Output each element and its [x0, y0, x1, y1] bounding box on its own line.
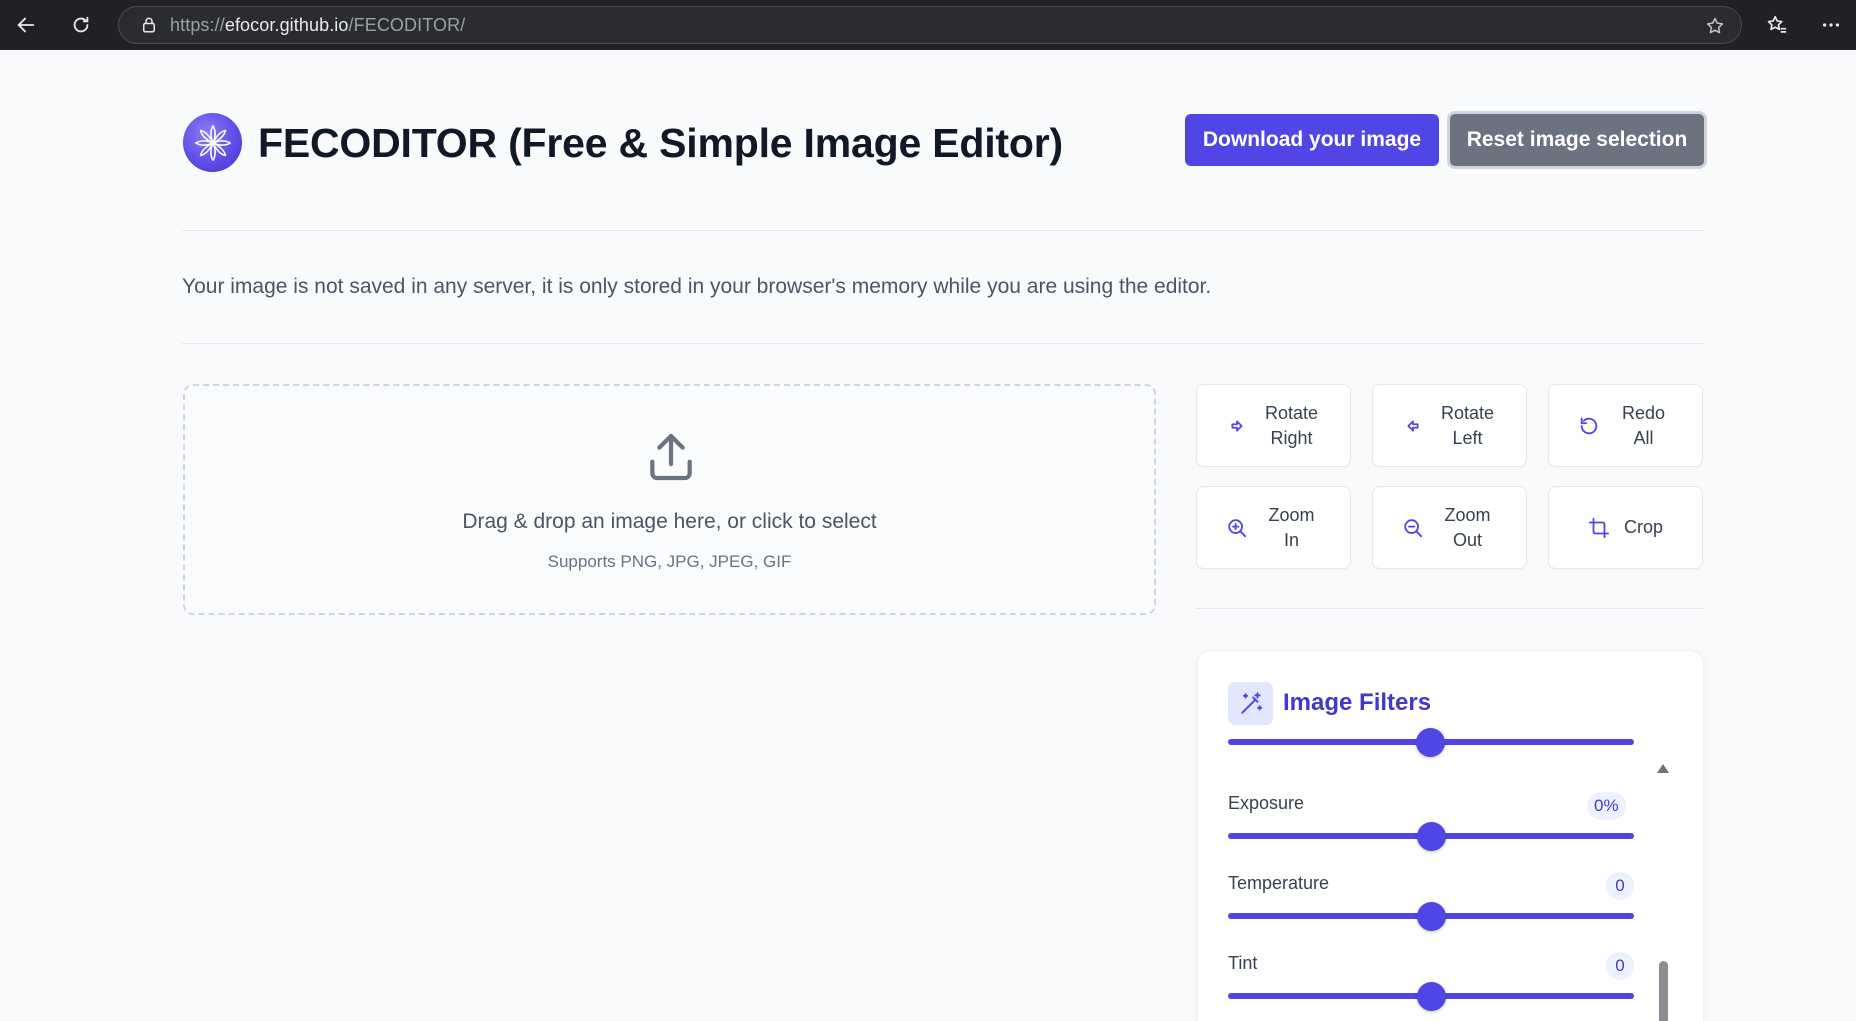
upload-icon: [650, 433, 692, 481]
dropzone-instruction: Drag & drop an image here, or click to s…: [462, 510, 877, 533]
zoom-in-button[interactable]: Zoom In: [1196, 486, 1351, 569]
image-dropzone[interactable]: Drag & drop an image here, or click to s…: [183, 384, 1156, 615]
scroll-up-arrow-icon[interactable]: [1657, 764, 1669, 773]
exposure-slider-thumb[interactable]: [1416, 822, 1446, 851]
redo-all-icon: [1578, 415, 1600, 437]
zoom-out-icon: [1402, 517, 1424, 539]
zoom-out-button[interactable]: Zoom Out: [1372, 486, 1527, 569]
divider: [1196, 608, 1704, 609]
image-filters-panel: Image Filters Exposure 0% Temperature 0 …: [1197, 650, 1704, 1021]
filter-value-exposure: 0%: [1587, 792, 1626, 820]
filter-value-tint: 0: [1606, 952, 1634, 980]
tool-label: Zoom In: [1268, 504, 1315, 550]
temperature-slider-thumb[interactable]: [1416, 902, 1446, 931]
filter-label-tint: Tint: [1228, 953, 1258, 973]
tool-label: Zoom Out: [1444, 504, 1491, 550]
editor-page: FECODITOR (Free & Simple Image Editor) D…: [0, 50, 1856, 1021]
lock-icon: [143, 17, 155, 33]
filter-label-temperature: Temperature: [1228, 873, 1330, 893]
tool-label: Rotate Right: [1264, 402, 1319, 448]
tool-label: Crop: [1623, 517, 1663, 537]
filter-value-temperature: 0: [1606, 872, 1634, 900]
tool-label: Redo All: [1621, 402, 1666, 448]
back-icon[interactable]: [10, 9, 42, 41]
rotate-right-button[interactable]: Rotate Right: [1196, 384, 1351, 467]
rotate-left-button[interactable]: Rotate Left: [1372, 384, 1527, 467]
divider: [182, 343, 1704, 344]
filters-scrollbar-thumb[interactable]: [1659, 961, 1668, 1021]
tool-label: Rotate Left: [1440, 402, 1495, 448]
reset-image-selection-button[interactable]: Reset image selection: [1447, 111, 1707, 169]
privacy-notice: Your image is not saved in any server, i…: [182, 275, 1212, 298]
filter-slider-thumb[interactable]: [1416, 728, 1445, 757]
rotate-right-icon: [1226, 415, 1248, 437]
tint-slider-thumb[interactable]: [1416, 982, 1446, 1011]
crop-icon: [1588, 517, 1610, 539]
filter-label-exposure: Exposure: [1228, 793, 1305, 813]
download-image-button[interactable]: Download your image: [1185, 114, 1439, 166]
favorites-icon[interactable]: [1761, 9, 1793, 41]
address-bar[interactable]: https://efocor.github.io/FECODITOR/: [118, 6, 1742, 44]
page-title: FECODITOR (Free & Simple Image Editor): [258, 120, 1063, 166]
more-options-icon[interactable]: [1815, 9, 1847, 41]
browser-toolbar: https://efocor.github.io/FECODITOR/: [0, 0, 1856, 50]
divider: [182, 230, 1704, 231]
crop-button[interactable]: Crop: [1548, 486, 1703, 569]
magic-wand-icon: [1228, 682, 1273, 725]
redo-all-button[interactable]: Redo All: [1548, 384, 1703, 467]
bookmark-star-icon[interactable]: [1705, 16, 1725, 36]
filters-title: Image Filters: [1283, 689, 1432, 716]
zoom-in-icon: [1226, 517, 1248, 539]
reload-icon[interactable]: [65, 9, 97, 41]
url-text: https://efocor.github.io/FECODITOR/: [170, 14, 466, 35]
app-logo-icon: [183, 113, 242, 172]
rotate-left-icon: [1402, 415, 1424, 437]
dropzone-supported-formats: Supports PNG, JPG, JPEG, GIF: [547, 552, 792, 571]
